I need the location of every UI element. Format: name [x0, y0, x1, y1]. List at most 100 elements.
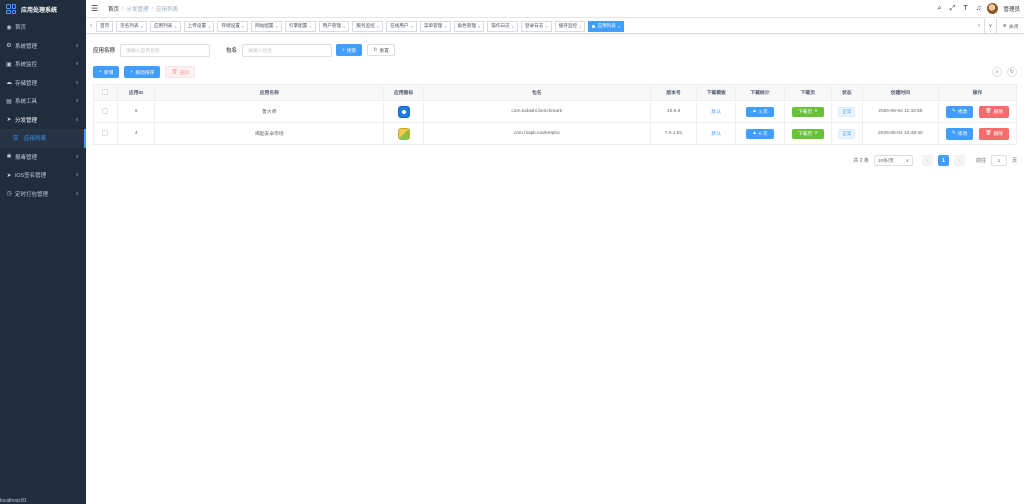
- edit-button[interactable]: ✎ 修改: [945, 105, 974, 118]
- search-toggle-icon[interactable]: ⌕: [992, 67, 1002, 77]
- close-all-tags-button[interactable]: ⊗ 关闭: [996, 18, 1024, 34]
- sidebar-item-tools[interactable]: ▤ 系统工具 ∨: [0, 92, 86, 111]
- tag-item[interactable]: 应用列表 ×: [149, 20, 181, 32]
- chevron-down-icon[interactable]: ∨: [984, 18, 996, 34]
- app-name-input[interactable]: 请输入应用名称: [120, 43, 211, 57]
- close-icon[interactable]: ×: [618, 24, 620, 29]
- username[interactable]: 管理员: [1003, 5, 1020, 13]
- column-header[interactable]: 状态: [830, 84, 863, 101]
- tag-item[interactable]: 首页: [96, 20, 114, 32]
- select-all-header[interactable]: [93, 84, 118, 101]
- sidebar-logo[interactable]: 应用处理系统: [0, 0, 86, 18]
- package-cell: com.hiapk.marketpho: [422, 122, 651, 145]
- close-icon[interactable]: ×: [579, 24, 581, 29]
- goto-page-input[interactable]: 1: [990, 155, 1007, 166]
- close-icon[interactable]: ×: [242, 24, 244, 29]
- chevron-right-icon[interactable]: ›: [974, 23, 984, 29]
- sidebar-item-home[interactable]: ◉ 首页: [0, 18, 86, 37]
- tag-item[interactable]: 服务监控 ×: [352, 20, 384, 32]
- table-row[interactable]: 6 鲁大师 com.ludashi.benchmark 10.9.6 默认 ▲ 1…: [93, 100, 1018, 123]
- row-checkbox[interactable]: [102, 107, 109, 114]
- column-header[interactable]: 包名: [422, 84, 651, 101]
- close-icon[interactable]: ×: [545, 24, 547, 29]
- sidebar-item-ios-sign[interactable]: ➤ iOS签名管理 ∨: [0, 166, 86, 185]
- bell-icon[interactable]: ♫: [974, 5, 982, 12]
- sidebar-item-storage[interactable]: ☁ 存储管理 ∨: [0, 74, 86, 93]
- search-button[interactable]: ⌕ 搜索: [336, 44, 363, 56]
- close-icon[interactable]: ×: [410, 24, 412, 29]
- close-icon[interactable]: ×: [444, 24, 446, 29]
- close-icon[interactable]: ×: [343, 24, 345, 29]
- column-header[interactable]: 下载页: [783, 84, 832, 101]
- reset-button[interactable]: ↻ 重置: [367, 44, 395, 56]
- tag-item[interactable]: 网站配置 ×: [251, 20, 282, 32]
- page-number-current[interactable]: 1: [937, 155, 949, 166]
- tag-item[interactable]: 登录日志 ×: [521, 20, 552, 32]
- font-size-icon[interactable]: T: [961, 5, 969, 12]
- tag-item[interactable]: 存储设置 ×: [217, 20, 249, 32]
- tag-item[interactable]: 用户管理 ×: [318, 20, 350, 32]
- download-page-button[interactable]: 下载页 ∨: [791, 106, 824, 117]
- column-header[interactable]: 操作: [937, 84, 1018, 101]
- tag-item[interactable]: 签名列表 ×: [116, 20, 147, 32]
- column-header[interactable]: 版本号: [649, 84, 698, 101]
- delete-row-button[interactable]: 🗑 删除: [979, 127, 1010, 140]
- prev-page-button[interactable]: ‹: [921, 155, 933, 166]
- tag-item[interactable]: 引擎配置 ×: [284, 20, 316, 32]
- sidebar-item-distribution[interactable]: ➤ 分发管理 ∧: [0, 111, 86, 130]
- tag-item[interactable]: 在线用户 ×: [386, 20, 417, 32]
- template-link[interactable]: 默认: [711, 110, 721, 115]
- sidebar-item-scheduled-build[interactable]: ◷ 定时打包管理 ∨: [0, 185, 86, 204]
- tag-item[interactable]: 缓存监控 ×: [554, 20, 586, 32]
- download-stats-button[interactable]: ▲ 1 次: [746, 106, 774, 117]
- close-icon[interactable]: ×: [309, 24, 311, 29]
- column-header[interactable]: 创建时间: [861, 84, 939, 101]
- add-button[interactable]: + 新增: [93, 66, 120, 78]
- column-header[interactable]: 下载统计: [734, 84, 785, 101]
- column-header[interactable]: 下载模板: [696, 84, 736, 101]
- close-icon[interactable]: ×: [141, 24, 143, 29]
- sidebar-item-virus[interactable]: ✱ 报毒管理 ∨: [0, 148, 86, 167]
- sort-button[interactable]: + 拖动排序: [124, 66, 161, 78]
- fullscreen-icon[interactable]: ⤢: [948, 5, 956, 13]
- template-link[interactable]: 默认: [711, 132, 721, 137]
- sidebar-item-app-list[interactable]: ☰ 应用列表: [0, 129, 86, 148]
- close-icon[interactable]: ×: [478, 24, 480, 29]
- close-icon[interactable]: ×: [377, 24, 379, 29]
- tag-item-active[interactable]: 应用列表 ×: [588, 20, 625, 32]
- close-icon[interactable]: ×: [208, 24, 210, 29]
- page-size-select[interactable]: 10条/页 ∨: [873, 155, 913, 166]
- row-select-cell[interactable]: [93, 122, 118, 145]
- sidebar-item-monitor[interactable]: ▣ 系统监控 ∨: [0, 55, 86, 74]
- row-checkbox[interactable]: [102, 129, 109, 136]
- tag-item[interactable]: 操作日志 ×: [487, 20, 519, 32]
- tag-item[interactable]: 上传设置 ×: [183, 20, 215, 32]
- close-icon[interactable]: ×: [512, 24, 514, 29]
- close-all-label: 关闭: [1008, 24, 1019, 30]
- page-size-value: 10条/页: [877, 157, 894, 163]
- chevron-left-icon[interactable]: ‹: [86, 23, 96, 29]
- close-icon[interactable]: ×: [174, 24, 176, 29]
- column-header[interactable]: 应用名称: [154, 84, 385, 101]
- avatar[interactable]: [987, 3, 999, 14]
- sidebar-item-system[interactable]: ⚙ 系统管理 ∨: [0, 37, 86, 56]
- next-page-button[interactable]: ›: [953, 155, 965, 166]
- close-icon[interactable]: ×: [276, 24, 278, 29]
- select-all-checkbox[interactable]: [102, 88, 109, 95]
- delete-row-button[interactable]: 🗑 删除: [979, 105, 1010, 118]
- delete-button[interactable]: 🗑 删除: [165, 66, 196, 78]
- table-row[interactable]: 4 揭起安卓市场 com.hiapk.marketpho 7.5.1.81 默认…: [93, 122, 1018, 145]
- column-header[interactable]: 应用ID: [116, 84, 156, 101]
- download-stats-button[interactable]: ▲ 0 次: [746, 128, 774, 139]
- row-select-cell[interactable]: [93, 100, 118, 123]
- column-header[interactable]: 应用图标: [383, 84, 424, 101]
- hamburger-icon[interactable]: ☰: [86, 4, 100, 13]
- tag-item[interactable]: 角色管理 ×: [453, 20, 485, 32]
- breadcrumb-home[interactable]: 首页: [108, 5, 119, 13]
- tag-item[interactable]: 菜单管理 ×: [419, 20, 451, 32]
- search-icon[interactable]: ⌕: [935, 5, 943, 13]
- package-input[interactable]: 请输入包名: [242, 43, 333, 57]
- download-page-button[interactable]: 下载页 ∨: [791, 128, 824, 139]
- refresh-icon[interactable]: ↻: [1007, 67, 1017, 77]
- edit-button[interactable]: ✎ 修改: [945, 127, 974, 140]
